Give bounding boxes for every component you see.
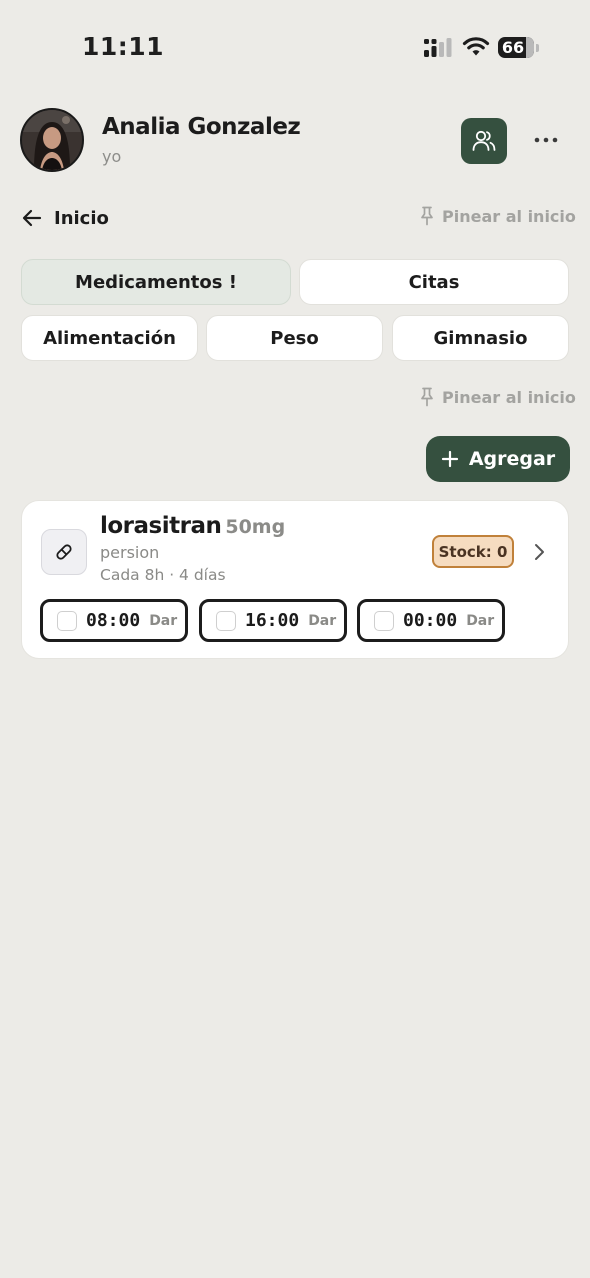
pin-icon	[421, 206, 433, 226]
arrow-left-icon	[22, 209, 42, 227]
pin-to-home-button[interactable]: Pinear al inicio	[420, 206, 576, 226]
medication-icon-box	[41, 529, 87, 575]
profile-photo	[22, 110, 82, 170]
battery-level: 66	[501, 38, 525, 57]
medication-type: persion	[100, 543, 160, 562]
pin-section-button[interactable]: Pinear al inicio	[420, 387, 576, 407]
plus-icon	[441, 450, 458, 468]
dose-checkbox[interactable]	[374, 610, 394, 631]
tab-gimnasio[interactable]: Gimnasio	[392, 315, 569, 361]
dose-checkbox[interactable]	[216, 610, 236, 631]
back-label: Inicio	[54, 207, 109, 229]
medication-frequency: Cada 8h · 4 días	[100, 566, 226, 584]
dose-slot[interactable]: 16:00 Dar	[199, 599, 347, 642]
pin-label: Pinear al inicio	[442, 387, 576, 407]
chevron-right-icon[interactable]	[530, 541, 548, 563]
medication-dose: 50mg	[225, 516, 286, 538]
dose-slot[interactable]: 00:00 Dar	[357, 599, 505, 642]
pin-icon	[421, 387, 433, 407]
tab-alimentacion[interactable]: Alimentación	[21, 315, 198, 361]
dose-slot[interactable]: 08:00 Dar	[40, 599, 188, 642]
more-options-button[interactable]	[530, 126, 562, 154]
dose-time: 08:00	[86, 610, 141, 631]
pin-label: Pinear al inicio	[442, 206, 576, 226]
wifi-icon	[462, 37, 490, 56]
family-members-button[interactable]	[461, 118, 507, 164]
stock-badge: Stock: 0	[432, 535, 514, 568]
dose-action: Dar	[149, 612, 178, 629]
add-button[interactable]: Agregar	[426, 436, 570, 482]
avatar[interactable]	[20, 108, 84, 172]
tab-citas[interactable]: Citas	[299, 259, 569, 305]
dose-checkbox[interactable]	[57, 610, 77, 631]
dose-action: Dar	[466, 612, 495, 629]
cellular-signal-icon	[424, 38, 452, 57]
dose-action: Dar	[308, 612, 337, 629]
back-button[interactable]: Inicio	[22, 204, 109, 232]
battery-indicator: 66	[498, 37, 534, 58]
more-horizontal-icon	[534, 137, 558, 143]
medication-name: lorasitran	[100, 513, 222, 539]
medication-title: lorasitran 50mg	[100, 513, 285, 539]
user-relationship: yo	[102, 147, 122, 166]
status-time: 11:11	[82, 32, 165, 61]
dose-time: 16:00	[245, 610, 300, 631]
dose-time: 00:00	[403, 610, 458, 631]
add-label: Agregar	[468, 448, 556, 470]
tab-medicamentos[interactable]: Medicamentos !	[21, 259, 291, 305]
battery-tip	[536, 44, 539, 52]
tab-peso[interactable]: Peso	[206, 315, 383, 361]
pill-icon	[56, 544, 72, 560]
user-name: Analia Gonzalez	[102, 114, 301, 140]
medication-card[interactable]: lorasitran 50mg persion Cada 8h · 4 días …	[21, 500, 569, 659]
users-icon	[472, 130, 496, 151]
